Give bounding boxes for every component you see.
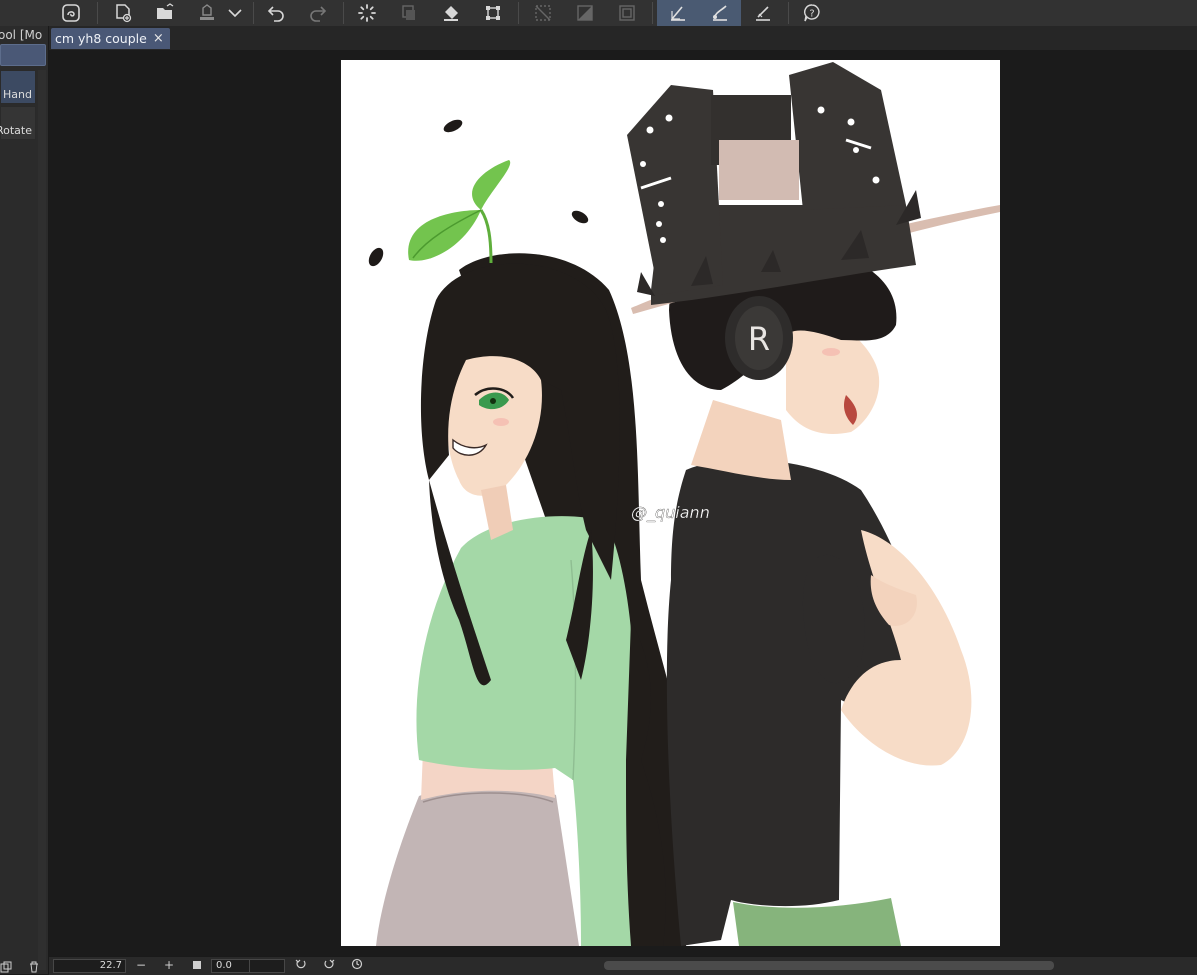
zoom-field[interactable]: 22.7: [53, 959, 126, 973]
help-icon[interactable]: ?: [793, 0, 831, 26]
panel-title: ool [Mo: [0, 28, 43, 42]
duplicate-icon[interactable]: [0, 961, 12, 973]
rotate-right-icon[interactable]: [321, 958, 337, 973]
subtool-item-label: Rotate: [0, 124, 32, 137]
panel-footer: [0, 960, 48, 974]
dropdown-icon[interactable]: [220, 0, 250, 26]
canvas-area[interactable]: R @_quiann: [49, 50, 1197, 956]
document-tab-bar: cm yh8 couple ×: [49, 26, 1197, 50]
navigator-status-bar: 22.7 − + 0.0: [49, 956, 1197, 975]
subtool-item-label: Hand: [3, 88, 32, 101]
artwork-canvas[interactable]: R @_quiann: [341, 60, 1000, 946]
watermark-text: @_quiann: [631, 503, 710, 523]
loading-icon[interactable]: [348, 0, 386, 26]
open-file-icon[interactable]: [146, 0, 184, 26]
subtool-item-rotate[interactable]: Rotate: [0, 106, 36, 140]
stop-icon[interactable]: [189, 958, 205, 973]
subtool-item-hand[interactable]: Hand: [0, 70, 36, 104]
rotation-slider[interactable]: [249, 959, 285, 973]
main-toolbar: ?: [0, 0, 1197, 27]
pen-snap-icon[interactable]: [657, 0, 699, 26]
subtool-group-header[interactable]: [0, 44, 46, 66]
reset-rotation-icon[interactable]: [349, 958, 365, 973]
trash-icon[interactable]: [28, 961, 40, 973]
clear-icon[interactable]: [390, 0, 428, 26]
document-tab-title: cm yh8 couple: [55, 31, 147, 46]
sub-tool-panel: ool [Mo Hand Rotate: [0, 26, 49, 974]
document-tab[interactable]: cm yh8 couple ×: [51, 28, 170, 49]
zoom-out-button[interactable]: −: [133, 958, 149, 973]
artwork-illustration: R @_quiann: [368, 62, 1000, 946]
rotate-left-icon[interactable]: [293, 958, 309, 973]
panel-scrollbar[interactable]: [38, 70, 46, 970]
border-selection-icon[interactable]: [608, 0, 646, 26]
fill-icon[interactable]: [432, 0, 470, 26]
invert-selection-icon[interactable]: [566, 0, 604, 26]
svg-text:?: ?: [809, 9, 814, 20]
brush-snap-icon[interactable]: [699, 0, 741, 26]
new-file-icon[interactable]: [104, 0, 142, 26]
close-icon[interactable]: ×: [153, 31, 164, 46]
clip-studio-icon[interactable]: [52, 0, 90, 26]
horizontal-scrollbar-thumb[interactable]: [604, 961, 1054, 970]
ruler-snap-icon[interactable]: [744, 0, 782, 26]
transform-icon[interactable]: [474, 0, 512, 26]
rotation-field[interactable]: 0.0: [211, 959, 252, 973]
undo-icon[interactable]: [257, 0, 295, 26]
headphone-letter: R: [748, 320, 770, 358]
redo-icon[interactable]: [299, 0, 337, 26]
zoom-in-button[interactable]: +: [161, 958, 177, 973]
deselect-icon[interactable]: [524, 0, 562, 26]
